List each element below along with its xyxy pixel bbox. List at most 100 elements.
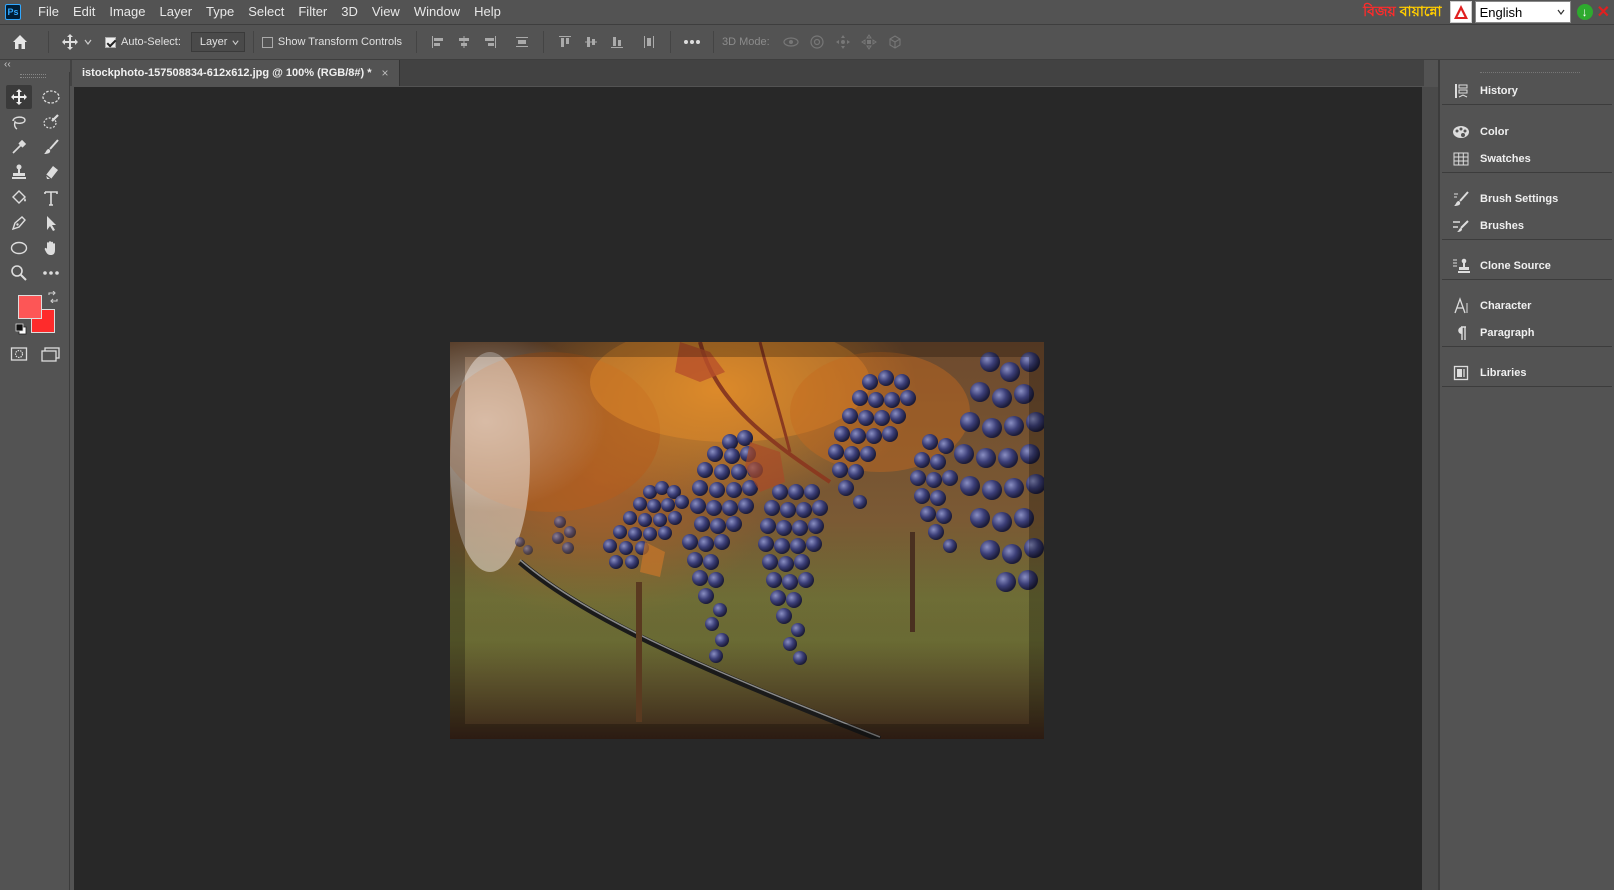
panel-swatches[interactable]: Swatches	[1442, 145, 1612, 172]
move-icon	[11, 89, 27, 105]
path-selection-icon	[47, 216, 56, 231]
align-left-edges-button[interactable]	[425, 29, 451, 55]
more-icon	[43, 271, 59, 275]
show-transform-checkbox[interactable]	[261, 36, 273, 48]
move-tool[interactable]	[6, 85, 32, 109]
menu-edit[interactable]: Edit	[66, 0, 102, 24]
clone-stamp-tool[interactable]	[6, 160, 32, 184]
history-icon	[1452, 82, 1470, 100]
auto-select-label: Auto-Select:	[121, 36, 181, 48]
distribute-vertical-button[interactable]	[509, 29, 535, 55]
toolbar-grip[interactable]	[20, 74, 46, 78]
align-middle-icon	[585, 37, 598, 47]
3d-roll-icon	[810, 35, 824, 49]
download-icon[interactable]: ↓	[1576, 4, 1593, 20]
ime-bayanno-label[interactable]: বায়ান্নো	[1400, 0, 1442, 24]
align-bottom-edges-button[interactable]	[604, 29, 630, 55]
align-horizontal-centers-button[interactable]	[451, 29, 477, 55]
separator	[543, 31, 545, 53]
panel-color[interactable]: Color	[1442, 118, 1612, 145]
panel-libraries-label: Libraries	[1480, 366, 1527, 379]
chevron-down-icon	[1557, 9, 1565, 15]
zoom-icon	[11, 265, 27, 281]
ime-logo-icon[interactable]	[1449, 1, 1472, 23]
move-tool-preset-button[interactable]	[57, 29, 83, 55]
menu-layer[interactable]: Layer	[153, 0, 200, 24]
dock-grip[interactable]	[1480, 72, 1580, 75]
paragraph-icon	[1452, 324, 1470, 342]
menu-image[interactable]: Image	[102, 0, 152, 24]
zoom-tool[interactable]	[6, 261, 32, 285]
menu-window[interactable]: Window	[407, 0, 467, 24]
more-options-button[interactable]	[679, 29, 705, 55]
ime-bijoy-label[interactable]: বিজয়	[1363, 0, 1396, 24]
menu-select[interactable]: Select	[241, 0, 291, 24]
panel-history-label: History	[1480, 84, 1518, 97]
eyedropper-icon	[12, 139, 27, 154]
3d-drag-button[interactable]	[830, 29, 856, 55]
chevron-down-icon[interactable]	[83, 37, 93, 47]
3d-roll-button[interactable]	[804, 29, 830, 55]
eyedropper-tool[interactable]	[6, 135, 32, 159]
swap-colors-button[interactable]	[46, 290, 60, 304]
move-icon	[62, 34, 78, 50]
auto-select-option[interactable]: Auto-Select:	[105, 36, 181, 48]
type-icon	[44, 191, 58, 206]
menu-3d[interactable]: 3D	[334, 0, 365, 24]
3d-slide-button[interactable]	[856, 29, 882, 55]
paint-bucket-tool[interactable]	[6, 186, 32, 210]
pen-tool[interactable]	[6, 211, 32, 235]
panel-paragraph[interactable]: Paragraph	[1442, 319, 1612, 346]
show-transform-option[interactable]: Show Transform Controls	[261, 36, 402, 48]
panel-group-clone: Clone Source	[1442, 252, 1612, 280]
menu-view[interactable]: View	[365, 0, 407, 24]
toolbar-collapse-button[interactable]: ‹‹	[0, 60, 70, 72]
3d-scale-button[interactable]	[882, 29, 908, 55]
quick-selection-icon	[43, 114, 59, 129]
close-tab-icon[interactable]: ×	[382, 66, 389, 80]
ellipse-tool[interactable]	[6, 236, 32, 260]
panel-brushes[interactable]: Brushes	[1442, 212, 1612, 239]
language-select[interactable]: English	[1474, 1, 1571, 23]
menu-help[interactable]: Help	[467, 0, 508, 24]
align-top-edges-button[interactable]	[552, 29, 578, 55]
brush-tool[interactable]	[38, 135, 64, 159]
swatches-grid-icon	[1452, 150, 1470, 168]
panel-brush-settings[interactable]: Brush Settings	[1442, 185, 1612, 212]
path-selection-tool[interactable]	[38, 211, 64, 235]
character-icon	[1452, 296, 1470, 315]
quick-mask-button[interactable]	[6, 342, 32, 366]
auto-select-checkbox[interactable]	[105, 36, 116, 48]
lasso-tool[interactable]	[6, 110, 32, 134]
3d-orbit-button[interactable]	[778, 29, 804, 55]
distribute-horizontal-button[interactable]	[636, 29, 662, 55]
eraser-tool[interactable]	[38, 160, 64, 184]
document-tab-bar: istockphoto-157508834-612x612.jpg @ 100%…	[70, 60, 1424, 86]
hand-tool[interactable]	[38, 236, 64, 260]
type-tool[interactable]	[38, 186, 64, 210]
menu-file[interactable]: File	[31, 0, 66, 24]
foreground-color-swatch[interactable]	[18, 295, 42, 319]
quick-selection-tool[interactable]	[38, 110, 64, 134]
paint-bucket-icon	[12, 190, 26, 204]
screen-mode-button[interactable]	[38, 342, 64, 366]
menu-filter[interactable]: Filter	[291, 0, 334, 24]
panel-brushes-label: Brushes	[1480, 219, 1525, 232]
align-vertical-centers-button[interactable]	[578, 29, 604, 55]
swap-arrows-icon	[48, 291, 58, 303]
align-right-edges-button[interactable]	[477, 29, 503, 55]
default-colors-button[interactable]	[14, 322, 28, 336]
panel-libraries[interactable]: Libraries	[1442, 359, 1612, 386]
menu-type[interactable]: Type	[199, 0, 241, 24]
canvas-workspace[interactable]	[74, 87, 1422, 890]
edit-toolbar-button[interactable]	[38, 261, 64, 285]
panel-clone-source[interactable]: Clone Source	[1442, 252, 1612, 279]
close-icon[interactable]: ✕	[1597, 2, 1610, 22]
document-image[interactable]	[450, 342, 1044, 739]
document-tab[interactable]: istockphoto-157508834-612x612.jpg @ 100%…	[72, 60, 400, 86]
panel-history[interactable]: History	[1442, 77, 1612, 104]
home-button[interactable]	[0, 25, 40, 59]
panel-character[interactable]: Character	[1442, 292, 1612, 319]
auto-select-target-dropdown[interactable]: Layer	[190, 32, 245, 52]
elliptical-marquee-tool[interactable]	[38, 85, 64, 109]
